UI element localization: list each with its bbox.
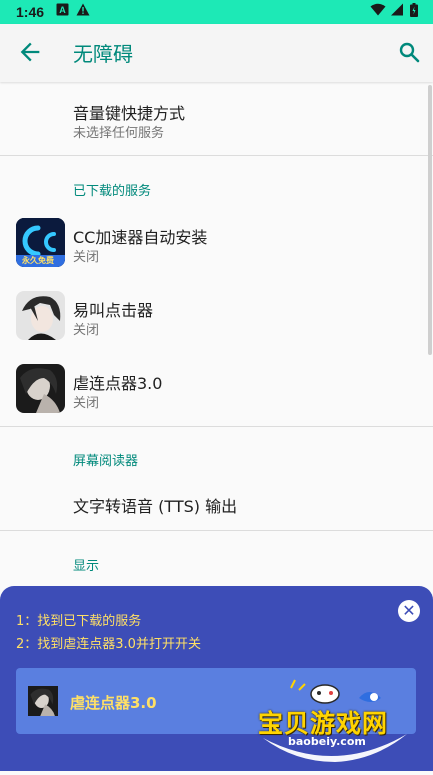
section-header-display: 显示 — [73, 559, 100, 574]
svg-text:A: A — [59, 5, 66, 15]
cc-accelerator-icon: 永久免费 — [16, 218, 65, 267]
item-subtitle: 未选择任何服务 — [73, 126, 165, 141]
search-icon[interactable] — [397, 40, 421, 64]
app-bar: 无障碍 — [0, 24, 433, 82]
guide-step-2: 2：找到虐连点器3.0并打开开关 — [16, 637, 201, 652]
item-title: 音量键快捷方式 — [73, 104, 186, 123]
service-status: 关闭 — [73, 396, 100, 411]
back-arrow-icon[interactable] — [16, 38, 44, 66]
icon-badge: 永久免费 — [22, 256, 54, 265]
warning-icon — [76, 3, 90, 19]
section-header-downloaded: 已下载的服务 — [73, 184, 152, 199]
volume-shortcut-item[interactable]: 音量键快捷方式 未选择任何服务 — [0, 84, 433, 154]
service-title: 虐连点器3.0 — [73, 374, 163, 393]
service-title: 易叫点击器 — [73, 301, 154, 320]
dark-avatar-icon — [28, 686, 58, 716]
service-status: 关闭 — [73, 323, 100, 338]
dark-avatar-icon — [16, 364, 65, 413]
service-status: 关闭 — [73, 250, 100, 265]
status-bar: 1:46 A — [0, 0, 433, 24]
guide-step-1: 1：找到已下载的服务 — [16, 614, 142, 629]
signal-icon — [390, 3, 404, 19]
divider — [0, 426, 433, 427]
anime-avatar-icon — [16, 291, 65, 340]
divider — [0, 155, 433, 156]
close-icon[interactable]: ✕ — [398, 600, 420, 622]
section-header-screen-reader: 屏幕阅读器 — [73, 454, 139, 469]
watermark-url: baobeiy.com — [288, 735, 366, 748]
item-title: 文字转语音 (TTS) 输出 — [73, 497, 238, 516]
page-title: 无障碍 — [73, 42, 133, 66]
guide-card-label: 虐连点器3.0 — [70, 694, 157, 712]
scrollbar[interactable] — [428, 85, 432, 355]
service-item-cc-accelerator[interactable]: 永久免费 CC加速器自动安装 关闭 — [0, 208, 433, 278]
status-time: 1:46 — [16, 4, 45, 20]
service-item-nuelian[interactable]: 虐连点器3.0 关闭 — [0, 354, 433, 424]
service-item-yijiao[interactable]: 易叫点击器 关闭 — [0, 281, 433, 351]
tts-output-item[interactable]: 文字转语音 (TTS) 输出 — [0, 476, 433, 528]
battery-icon — [410, 3, 418, 20]
service-title: CC加速器自动安装 — [73, 228, 208, 247]
divider — [0, 530, 433, 531]
wifi-icon — [370, 3, 386, 19]
notification-a-icon: A — [56, 3, 69, 19]
